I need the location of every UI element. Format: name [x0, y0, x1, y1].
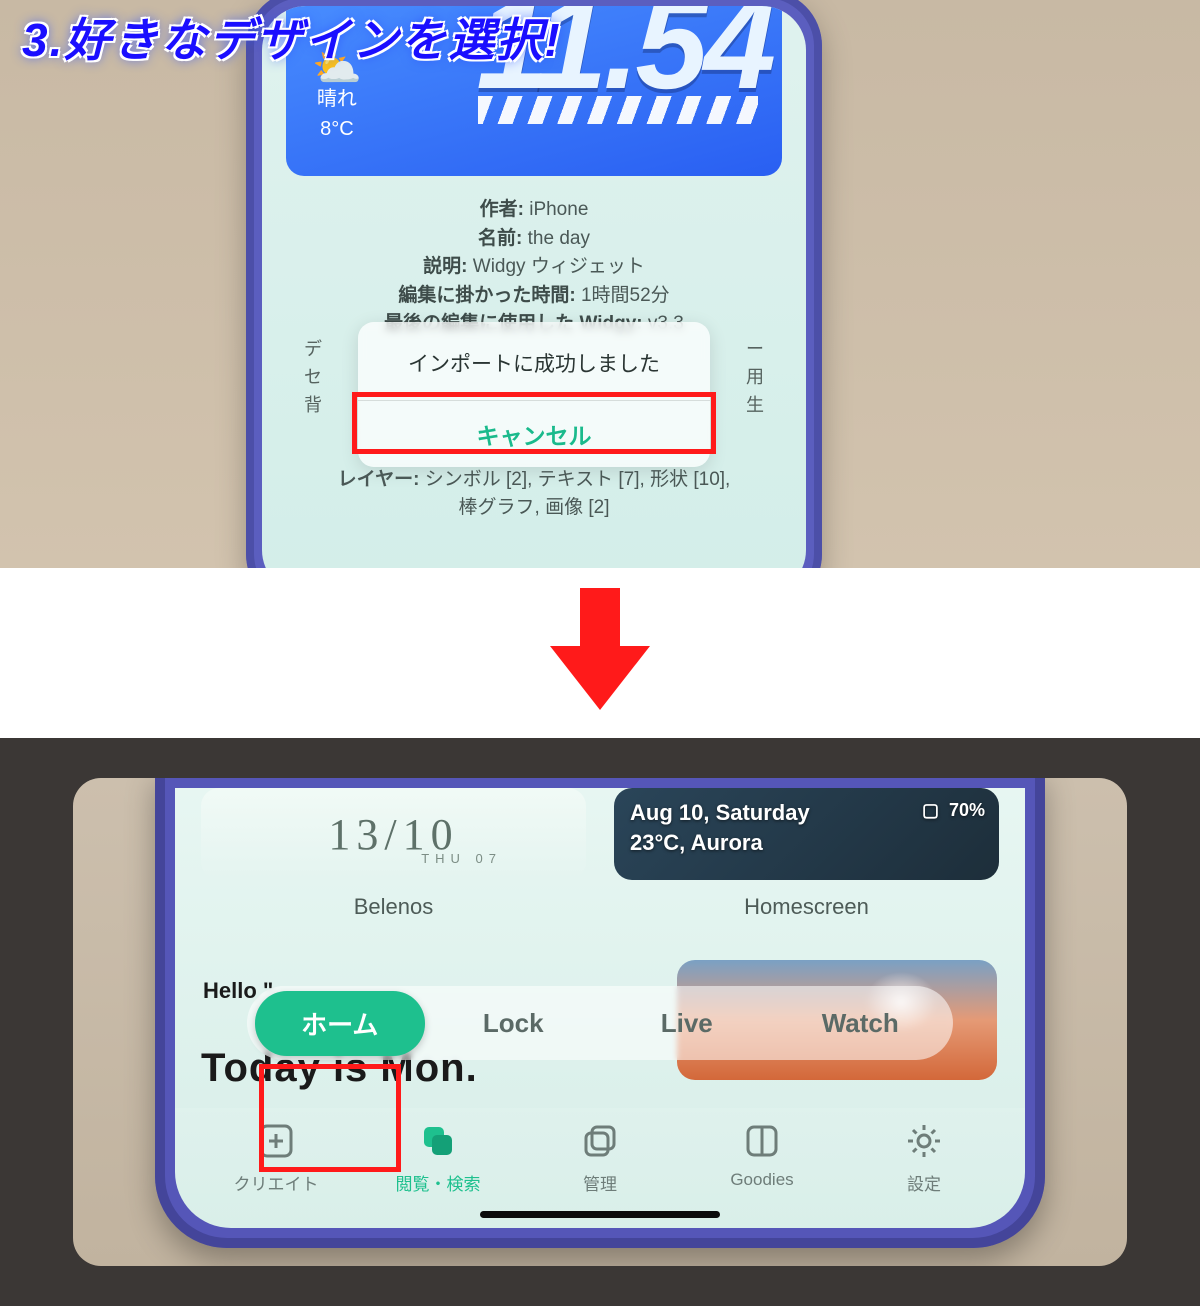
segment-lock[interactable]: Lock — [429, 994, 599, 1053]
phone-frame-top: ⛅ 晴れ 8°C 11.54 作者: iPhone 名前: the day 説明… — [246, 0, 822, 568]
thumb-belenos[interactable]: 13/10 THU 07 Belenos — [201, 788, 586, 938]
weather-label: 晴れ — [312, 84, 362, 114]
tab-bar: クリエイト 閲覧・検索 — [175, 1108, 1025, 1228]
gear-icon — [903, 1120, 945, 1162]
thumb-homescreen[interactable]: ▢ 70% Aug 10, Saturday 23°C, Aurora Home… — [614, 788, 999, 938]
top-panel: 3.好きなデザインを選択! ⛅ 晴れ 8°C 11.54 作者: iPhone … — [0, 0, 1200, 568]
segment-watch[interactable]: Watch — [776, 994, 946, 1053]
alert-cancel-button[interactable]: キャンセル — [358, 400, 710, 467]
weather-temperature: 8°C — [312, 114, 362, 144]
cards-icon — [417, 1120, 459, 1162]
thumb-card-belenos: 13/10 THU 07 — [201, 788, 586, 880]
thumb-label-belenos: Belenos — [354, 894, 434, 920]
tab-goodies-label: Goodies — [730, 1170, 793, 1190]
stack-icon — [579, 1120, 621, 1162]
tab-create-label: クリエイト — [234, 1170, 319, 1195]
tab-settings[interactable]: 設定 — [859, 1120, 989, 1195]
layers-info: レイヤー: シンボル [2], テキスト [7], 形状 [10], 棒グラフ,… — [302, 466, 766, 521]
import-success-alert: インポートに成功しました キャンセル — [358, 322, 710, 467]
instruction-step-title: 3.好きなデザインを選択! — [22, 4, 562, 70]
photo-frame-bottom: 13/10 THU 07 Belenos ▢ 70% Aug 10, Satur… — [73, 778, 1127, 1266]
obscured-text-left: デ セ 背 — [304, 336, 322, 420]
battery-indicator: ▢ 70% — [922, 798, 985, 822]
tab-goodies[interactable]: Goodies — [697, 1120, 827, 1190]
tab-manage-label: 管理 — [583, 1170, 617, 1195]
home-indicator — [480, 1211, 720, 1218]
belenos-sub: THU 07 — [421, 851, 502, 866]
bottom-panel: 13/10 THU 07 Belenos ▢ 70% Aug 10, Satur… — [0, 738, 1200, 1306]
phone-frame-bottom: 13/10 THU 07 Belenos ▢ 70% Aug 10, Satur… — [155, 778, 1045, 1248]
tab-browse-label: 閲覧・検索 — [396, 1170, 481, 1195]
thumb-label-homescreen: Homescreen — [744, 894, 869, 920]
segment-live[interactable]: Live — [602, 994, 772, 1053]
tab-manage[interactable]: 管理 — [535, 1120, 665, 1195]
hs-line2: 23°C, Aurora — [630, 828, 983, 858]
battery-icon: ▢ — [922, 800, 939, 820]
tab-browse[interactable]: 閲覧・検索 — [373, 1120, 503, 1195]
widget-thumb-row: 13/10 THU 07 Belenos ▢ 70% Aug 10, Satur… — [201, 788, 999, 938]
alert-message: インポートに成功しました — [358, 322, 710, 400]
obscured-text-right: ー 用 生 — [746, 336, 764, 420]
middle-divider — [0, 568, 1200, 738]
phone-screen-bottom: 13/10 THU 07 Belenos ▢ 70% Aug 10, Satur… — [175, 788, 1025, 1228]
down-arrow-icon — [550, 588, 650, 718]
tab-settings-label: 設定 — [907, 1170, 941, 1195]
phone-screen-top: ⛅ 晴れ 8°C 11.54 作者: iPhone 名前: the day 説明… — [262, 6, 806, 568]
plus-square-icon — [255, 1120, 297, 1162]
split-square-icon — [741, 1120, 783, 1162]
thumb-card-homescreen: ▢ 70% Aug 10, Saturday 23°C, Aurora — [614, 788, 999, 880]
segmented-control: ホーム Lock Live Watch — [247, 986, 953, 1060]
segment-home[interactable]: ホーム — [255, 991, 425, 1056]
widget-decor-stripes — [478, 96, 758, 124]
widget-info-block: 作者: iPhone 名前: the day 説明: Widgy ウィジェット … — [302, 196, 766, 339]
tab-create[interactable]: クリエイト — [211, 1120, 341, 1195]
